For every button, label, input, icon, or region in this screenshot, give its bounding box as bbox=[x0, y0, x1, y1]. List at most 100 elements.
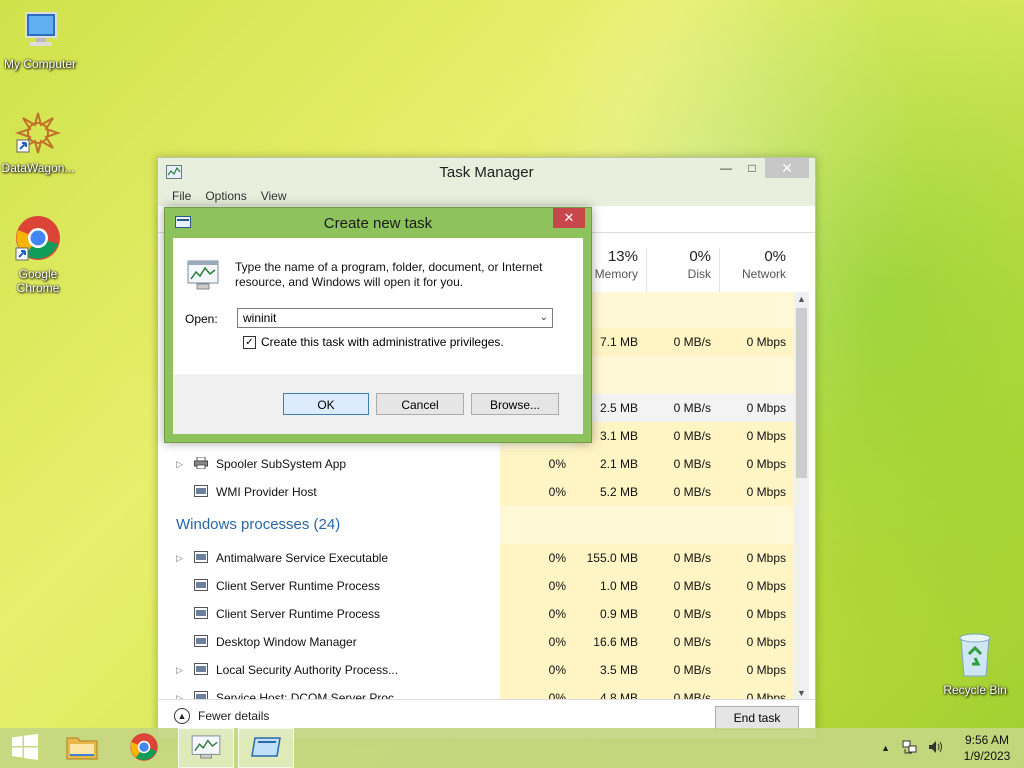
chevron-down-icon[interactable]: ⌄ bbox=[540, 309, 548, 327]
disk-cell: 0 MB/s bbox=[646, 544, 719, 572]
end-task-button[interactable]: End task bbox=[715, 706, 799, 730]
disk-cell: 0 MB/s bbox=[646, 572, 719, 600]
clock[interactable]: 9:56 AM 1/9/2023 bbox=[958, 732, 1016, 764]
disk-cell: 0 MB/s bbox=[646, 628, 719, 656]
expand-arrow-icon[interactable]: ▷ bbox=[176, 450, 183, 478]
menu-file[interactable]: File bbox=[172, 186, 191, 206]
desktop-icon-my-computer[interactable]: My Computer bbox=[0, 10, 80, 71]
cpu-cell: 0% bbox=[500, 478, 574, 506]
dialog-message: Type the name of a program, folder, docu… bbox=[235, 260, 543, 289]
table-row[interactable]: ▷ Spooler SubSystem App 0% 2.1 MB 0 MB/s… bbox=[158, 450, 794, 478]
disk-cell: 0 MB/s bbox=[646, 394, 719, 422]
menu-options[interactable]: Options bbox=[205, 186, 246, 206]
admin-privileges-checkbox[interactable]: ✓ Create this task with administrative p… bbox=[243, 335, 504, 349]
disk-cell: 0 MB/s bbox=[646, 684, 719, 700]
desktop-icon-label: Recycle Bin bbox=[943, 683, 1007, 697]
network-cell: 0 Mbps bbox=[719, 544, 794, 572]
process-name: Spooler SubSystem App bbox=[216, 457, 347, 471]
network-label: Network bbox=[741, 267, 786, 281]
process-icon bbox=[194, 579, 208, 591]
disk-cell: 0 MB/s bbox=[646, 422, 719, 450]
cpu-cell: 0% bbox=[500, 684, 574, 700]
folder-icon bbox=[66, 734, 98, 763]
column-disk[interactable]: 0% Disk bbox=[646, 248, 719, 292]
table-row[interactable]: ▷ Local Security Authority Process... 0%… bbox=[158, 656, 794, 684]
group-header-windows-processes[interactable]: Windows processes (24) bbox=[176, 516, 340, 533]
vertical-scrollbar[interactable]: ▲ ▼ bbox=[794, 292, 809, 700]
taskbar-task-manager[interactable] bbox=[178, 728, 234, 768]
fewer-details-label: Fewer details bbox=[198, 709, 270, 723]
computer-icon bbox=[0, 10, 80, 55]
desktop-icon-label: Google Chrome bbox=[16, 267, 60, 295]
dialog-close-button[interactable]: ✕ bbox=[553, 208, 585, 228]
cancel-button[interactable]: Cancel bbox=[376, 393, 464, 415]
network-cell: 0 Mbps bbox=[719, 394, 794, 422]
process-name: Antimalware Service Executable bbox=[216, 551, 389, 565]
expand-arrow-icon[interactable]: ▷ bbox=[176, 544, 183, 572]
browse-button[interactable]: Browse... bbox=[471, 393, 559, 415]
table-row[interactable]: Desktop Window Manager 0% 16.6 MB 0 MB/s… bbox=[158, 628, 794, 656]
open-label: Open: bbox=[185, 312, 218, 326]
dialog-title-bar: Create new task ✕ bbox=[165, 208, 591, 238]
taskbar-chrome[interactable] bbox=[116, 728, 172, 768]
expand-arrow-icon[interactable]: ▷ bbox=[176, 684, 183, 700]
expand-arrow-icon[interactable]: ▷ bbox=[176, 656, 183, 684]
table-row[interactable]: ▷ Antimalware Service Executable 0% 155.… bbox=[158, 544, 794, 572]
taskbar-file-explorer[interactable] bbox=[54, 728, 110, 768]
menu-view[interactable]: View bbox=[261, 186, 287, 206]
run-icon bbox=[251, 736, 281, 761]
column-network[interactable]: 0% Network bbox=[719, 248, 794, 292]
ok-button[interactable]: OK bbox=[283, 393, 369, 415]
disk-cell: 0 MB/s bbox=[646, 450, 719, 478]
menu-bar: File Options View bbox=[158, 186, 815, 206]
memory-cell: 5.2 MB bbox=[574, 478, 646, 506]
network-icon[interactable] bbox=[902, 740, 918, 757]
windows-logo-icon bbox=[12, 733, 38, 763]
process-icon bbox=[194, 635, 208, 647]
dialog-body: Type the name of a program, folder, docu… bbox=[173, 238, 583, 434]
desktop-icon-google-chrome[interactable]: Google Chrome bbox=[0, 214, 78, 295]
scroll-up-icon[interactable]: ▲ bbox=[794, 292, 809, 306]
scroll-thumb[interactable] bbox=[796, 308, 807, 478]
network-cell: 0 Mbps bbox=[719, 684, 794, 700]
scroll-down-icon[interactable]: ▼ bbox=[794, 686, 809, 700]
disk-percent: 0% bbox=[689, 248, 711, 265]
cpu-cell: 0% bbox=[500, 628, 574, 656]
close-button[interactable]: ✕ bbox=[765, 158, 809, 178]
desktop-icon-datawagon[interactable]: DataWagon... bbox=[0, 110, 78, 175]
network-cell: 0 Mbps bbox=[719, 572, 794, 600]
task-manager-icon bbox=[191, 734, 221, 762]
process-icon bbox=[194, 607, 208, 619]
volume-icon[interactable] bbox=[928, 740, 944, 757]
maximize-button[interactable]: □ bbox=[739, 158, 765, 178]
process-name: Local Security Authority Process... bbox=[216, 663, 399, 677]
disk-label: Disk bbox=[687, 267, 711, 281]
open-input-value: wininit bbox=[243, 311, 277, 325]
minimize-button[interactable]: — bbox=[713, 158, 739, 178]
taskbar: ▲ 9:56 AM 1/9/2023 bbox=[0, 728, 1024, 768]
process-name: WMI Provider Host bbox=[216, 485, 317, 499]
show-hidden-icons-chevron-icon[interactable]: ▲ bbox=[881, 743, 890, 753]
network-cell: 0 Mbps bbox=[719, 450, 794, 478]
process-icon bbox=[194, 551, 208, 563]
desktop-icon-recycle-bin[interactable]: Recycle Bin bbox=[935, 630, 1015, 697]
process-name: Client Server Runtime Process bbox=[216, 607, 381, 621]
open-combobox[interactable]: wininit ⌄ bbox=[237, 308, 553, 328]
memory-cell: 1.0 MB bbox=[574, 572, 646, 600]
recycle-bin-icon bbox=[935, 630, 1015, 681]
create-new-task-dialog: Create new task ✕ Type the name of a pro… bbox=[164, 207, 592, 443]
network-cell: 0 Mbps bbox=[719, 328, 794, 356]
disk-cell: 0 MB/s bbox=[646, 328, 719, 356]
chevron-up-icon: ▲ bbox=[174, 708, 190, 724]
memory-cell: 155.0 MB bbox=[574, 544, 646, 572]
fewer-details-link[interactable]: ▲ Fewer details bbox=[174, 708, 269, 724]
table-row[interactable]: ▷ Service Host: DCOM Server Proc... 0% 4… bbox=[158, 684, 794, 700]
disk-cell: 0 MB/s bbox=[646, 600, 719, 628]
taskbar-run-dialog[interactable] bbox=[238, 728, 294, 768]
table-row[interactable]: Client Server Runtime Process 0% 0.9 MB … bbox=[158, 600, 794, 628]
start-button[interactable] bbox=[0, 728, 50, 768]
table-row[interactable]: Client Server Runtime Process 0% 1.0 MB … bbox=[158, 572, 794, 600]
memory-cell: 3.5 MB bbox=[574, 656, 646, 684]
table-row[interactable]: WMI Provider Host 0% 5.2 MB 0 MB/s 0 Mbp… bbox=[158, 478, 794, 506]
desktop-icon-label: DataWagon... bbox=[1, 161, 75, 175]
